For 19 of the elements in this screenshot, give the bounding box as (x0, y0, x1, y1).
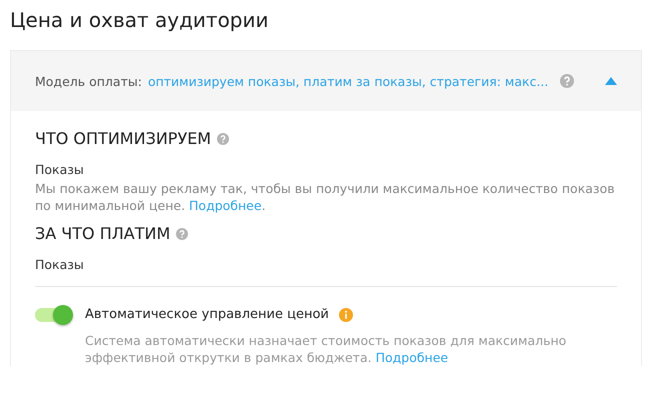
toggle-switch[interactable] (35, 308, 71, 322)
section-heading: ЗА ЧТО ПЛАТИМ (35, 224, 170, 243)
more-link[interactable]: Подробнее (189, 198, 262, 213)
panel-header[interactable]: Модель оплаты: оптимизируем показы, платим за показы, стратегия: макс... (11, 51, 641, 111)
page-title: Цена и охват аудитории (10, 8, 270, 32)
toggle-description: Система автоматически назначает стоимость показов для максимально эффективной открутки в рамках бюджета. Подробнее (85, 332, 568, 366)
help-icon[interactable] (560, 74, 574, 88)
section-value: Показы (35, 257, 85, 272)
help-icon[interactable] (217, 132, 230, 144)
caret-icon[interactable] (605, 77, 617, 85)
payment-model-value[interactable]: оптимизируем показы, платим за показы, стратегия: макс... (148, 74, 548, 88)
toggle-label: Автоматическое управление ценой (85, 307, 329, 322)
section-value: Показы (35, 162, 85, 177)
payment-model-label: Модель оплаты: (35, 74, 142, 88)
info-icon[interactable] (338, 308, 353, 322)
section-description: Мы покажем вашу рекламу так, чтобы вы получили максимальное количество показов по минимальной цене. Подробнее. (35, 180, 616, 214)
help-icon[interactable] (176, 228, 188, 240)
section-heading: ЧТО ОПТИМИЗИРУЕМ (35, 129, 212, 148)
more-link[interactable]: Подробнее (376, 350, 448, 365)
